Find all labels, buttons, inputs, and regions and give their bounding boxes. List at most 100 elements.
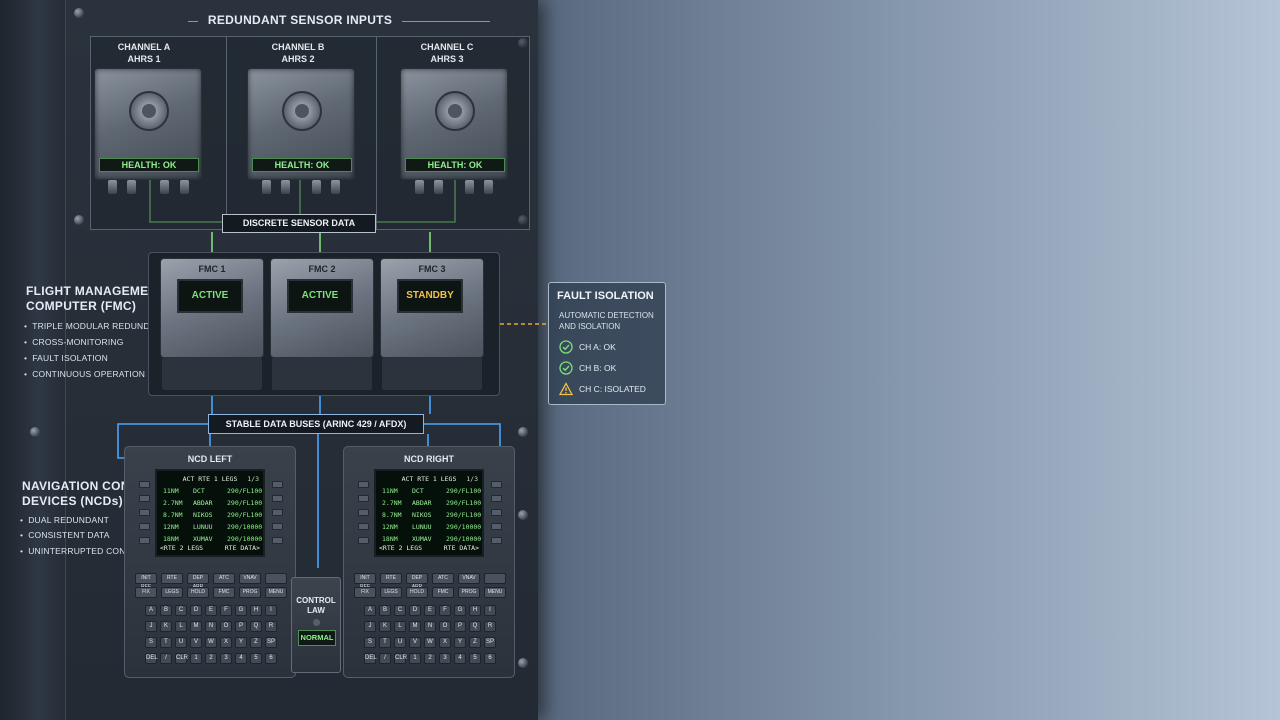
alpha-key[interactable]: CLR: [394, 653, 407, 664]
rte2-legs-prompt[interactable]: <RTE 2 LEGS: [160, 544, 203, 552]
alpha-key[interactable]: 5: [469, 653, 481, 664]
function-key[interactable]: [484, 573, 506, 584]
alpha-key[interactable]: K: [160, 621, 172, 632]
function-key[interactable]: LEGS: [161, 587, 183, 598]
alpha-key[interactable]: B: [160, 605, 172, 616]
function-key[interactable]: MENU: [484, 587, 506, 598]
alpha-key[interactable]: V: [409, 637, 421, 648]
alpha-key[interactable]: S: [364, 637, 376, 648]
alpha-key[interactable]: G: [454, 605, 466, 616]
alpha-key[interactable]: F: [439, 605, 451, 616]
alpha-key[interactable]: Q: [250, 621, 262, 632]
rte2-legs-prompt[interactable]: <RTE 2 LEGS: [379, 544, 422, 552]
alpha-key[interactable]: I: [484, 605, 496, 616]
alpha-key[interactable]: L: [394, 621, 406, 632]
rte-data-prompt[interactable]: RTE DATA>: [225, 544, 260, 552]
function-key[interactable]: HOLD: [406, 587, 428, 598]
alpha-key[interactable]: T: [160, 637, 172, 648]
line-select-key[interactable]: [139, 509, 150, 516]
alpha-key[interactable]: SP: [484, 637, 496, 648]
function-key[interactable]: DEP ARR: [187, 573, 209, 590]
alpha-key[interactable]: N: [424, 621, 436, 632]
line-select-key[interactable]: [358, 481, 369, 488]
alpha-key[interactable]: SP: [265, 637, 277, 648]
alpha-key[interactable]: L: [175, 621, 187, 632]
alpha-key[interactable]: C: [394, 605, 406, 616]
function-key[interactable]: VNAV: [458, 573, 480, 584]
alpha-key[interactable]: Y: [454, 637, 466, 648]
line-select-key[interactable]: [358, 523, 369, 530]
alpha-key[interactable]: A: [364, 605, 376, 616]
alpha-key[interactable]: Z: [250, 637, 262, 648]
function-key[interactable]: VNAV: [239, 573, 261, 584]
alpha-key[interactable]: X: [439, 637, 451, 648]
function-key[interactable]: HOLD: [187, 587, 209, 598]
line-select-key[interactable]: [272, 495, 283, 502]
line-select-key[interactable]: [491, 537, 502, 544]
function-key[interactable]: FIX: [354, 587, 376, 598]
alpha-key[interactable]: 4: [235, 653, 247, 664]
function-key[interactable]: INIT REF: [135, 573, 157, 590]
line-select-key[interactable]: [491, 509, 502, 516]
function-key[interactable]: MENU: [265, 587, 287, 598]
alpha-key[interactable]: V: [190, 637, 202, 648]
alpha-key[interactable]: 1: [190, 653, 202, 664]
alpha-key[interactable]: Q: [469, 621, 481, 632]
alpha-key[interactable]: 3: [439, 653, 451, 664]
alpha-key[interactable]: 5: [250, 653, 262, 664]
line-select-key[interactable]: [358, 509, 369, 516]
function-key[interactable]: PROG: [239, 587, 261, 598]
rte-data-prompt[interactable]: RTE DATA>: [444, 544, 479, 552]
function-key[interactable]: FIX: [135, 587, 157, 598]
alpha-key[interactable]: U: [175, 637, 187, 648]
alpha-key[interactable]: 1: [409, 653, 421, 664]
function-key[interactable]: ATC: [213, 573, 235, 584]
alpha-key[interactable]: M: [190, 621, 202, 632]
alpha-key[interactable]: T: [379, 637, 391, 648]
line-select-key[interactable]: [139, 495, 150, 502]
alpha-key[interactable]: H: [469, 605, 481, 616]
alpha-key[interactable]: /: [160, 653, 172, 664]
alpha-key[interactable]: E: [205, 605, 217, 616]
alpha-key[interactable]: O: [220, 621, 232, 632]
alpha-key[interactable]: I: [265, 605, 277, 616]
alpha-key[interactable]: DEL: [364, 653, 377, 664]
function-key[interactable]: INIT REF: [354, 573, 376, 590]
alpha-key[interactable]: CLR: [175, 653, 188, 664]
line-select-key[interactable]: [491, 495, 502, 502]
function-key[interactable]: ATC: [432, 573, 454, 584]
alpha-key[interactable]: N: [205, 621, 217, 632]
function-key[interactable]: PROG: [458, 587, 480, 598]
alpha-key[interactable]: B: [379, 605, 391, 616]
alpha-key[interactable]: O: [439, 621, 451, 632]
line-select-key[interactable]: [139, 481, 150, 488]
function-key[interactable]: DEP ARR: [406, 573, 428, 590]
alpha-key[interactable]: 3: [220, 653, 232, 664]
alpha-key[interactable]: F: [220, 605, 232, 616]
alpha-key[interactable]: P: [454, 621, 466, 632]
alpha-key[interactable]: W: [205, 637, 217, 648]
function-key[interactable]: RTE: [161, 573, 183, 584]
alpha-key[interactable]: S: [145, 637, 157, 648]
alpha-key[interactable]: 6: [265, 653, 277, 664]
function-key[interactable]: RTE: [380, 573, 402, 584]
alpha-key[interactable]: 6: [484, 653, 496, 664]
alpha-key[interactable]: M: [409, 621, 421, 632]
alpha-key[interactable]: P: [235, 621, 247, 632]
line-select-key[interactable]: [358, 495, 369, 502]
alpha-key[interactable]: D: [190, 605, 202, 616]
line-select-key[interactable]: [272, 509, 283, 516]
line-select-key[interactable]: [139, 523, 150, 530]
line-select-key[interactable]: [272, 537, 283, 544]
alpha-key[interactable]: A: [145, 605, 157, 616]
alpha-key[interactable]: J: [364, 621, 376, 632]
alpha-key[interactable]: /: [379, 653, 391, 664]
line-select-key[interactable]: [272, 523, 283, 530]
alpha-key[interactable]: 4: [454, 653, 466, 664]
line-select-key[interactable]: [139, 537, 150, 544]
line-select-key[interactable]: [272, 481, 283, 488]
alpha-key[interactable]: 2: [424, 653, 436, 664]
alpha-key[interactable]: E: [424, 605, 436, 616]
alpha-key[interactable]: G: [235, 605, 247, 616]
alpha-key[interactable]: R: [484, 621, 496, 632]
